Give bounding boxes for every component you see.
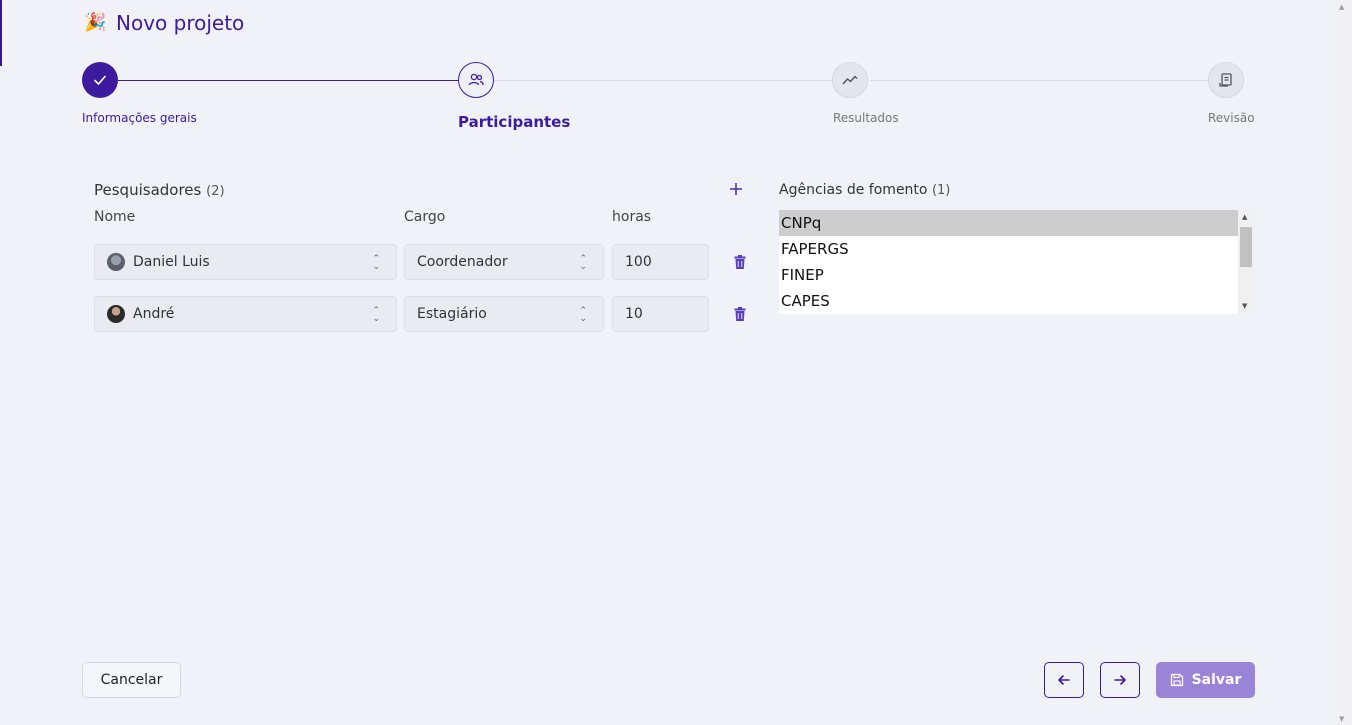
- step-label-results: Resultados: [833, 111, 899, 125]
- step-review[interactable]: [1208, 62, 1244, 98]
- page-title: Novo projeto: [116, 11, 245, 35]
- stepper-line: [870, 80, 1208, 81]
- window-edge: [0, 0, 2, 66]
- stepper-line: [494, 80, 832, 81]
- people-icon: [468, 73, 484, 86]
- researcher-role-select[interactable]: Coordenador ⌃ ⌄: [404, 244, 604, 280]
- step-label-participants: Participantes: [458, 113, 571, 131]
- chevron-up-down-icon: ⌃ ⌄: [579, 254, 587, 272]
- arrow-right-icon: [1114, 675, 1126, 685]
- step-participants[interactable]: [458, 62, 494, 98]
- agencies-listbox[interactable]: CNPq FAPERGS FINEP CAPES ▲ ▼: [779, 210, 1254, 314]
- floppy-disk-icon: [1170, 673, 1183, 687]
- next-step-button[interactable]: [1100, 662, 1140, 698]
- previous-step-button[interactable]: [1044, 662, 1084, 698]
- delete-researcher-button[interactable]: [734, 254, 748, 270]
- researcher-name: André: [133, 306, 175, 322]
- researcher-role-select[interactable]: Estagiário ⌃ ⌄: [404, 296, 604, 332]
- column-header-role: Cargo: [404, 209, 446, 225]
- column-header-name: Nome: [94, 209, 136, 225]
- page-scrollbar[interactable]: ▲ ▼: [1335, 0, 1352, 725]
- agency-option[interactable]: CAPES: [779, 288, 1238, 314]
- agency-option[interactable]: FAPERGS: [779, 236, 1238, 262]
- scroll-up-icon[interactable]: ▲: [1242, 213, 1247, 221]
- column-header-hours: horas: [612, 209, 652, 225]
- plus-icon: [730, 183, 742, 195]
- agencies-count: (1): [931, 183, 951, 198]
- trash-icon: [734, 307, 746, 321]
- scroll-down-icon[interactable]: ▼: [1242, 302, 1247, 310]
- step-results[interactable]: [832, 62, 868, 98]
- add-researcher-button[interactable]: [729, 179, 747, 199]
- stepper-line-done: [118, 80, 458, 81]
- chevron-up-down-icon: ⌃ ⌄: [579, 306, 587, 324]
- arrow-left-icon: [1058, 675, 1070, 685]
- save-button[interactable]: Salvar: [1156, 662, 1255, 698]
- avatar: [107, 305, 125, 323]
- researchers-title: Pesquisadores (2): [94, 181, 225, 199]
- step-label-general-info: Informações gerais: [82, 111, 197, 125]
- avatar: [107, 253, 125, 271]
- researcher-hours: 100: [625, 254, 652, 270]
- researcher-name-select[interactable]: Daniel Luis ⌃ ⌄: [94, 244, 397, 280]
- agency-option[interactable]: CNPq: [779, 210, 1238, 236]
- listbox-scrollbar[interactable]: ▲ ▼: [1238, 210, 1254, 314]
- researcher-hours-input[interactable]: 100: [612, 244, 709, 280]
- delete-researcher-button[interactable]: [734, 306, 748, 322]
- agencies-title-text: Agências de fomento: [779, 182, 928, 198]
- chevron-up-down-icon: ⌃ ⌄: [372, 254, 380, 272]
- save-button-label: Salvar: [1191, 672, 1242, 688]
- researchers-title-text: Pesquisadores: [94, 181, 202, 199]
- check-icon: [94, 75, 106, 85]
- document-icon: [1219, 73, 1232, 87]
- agencies-title: Agências de fomento (1): [779, 182, 950, 198]
- page-header: 🎉 Novo projeto: [84, 11, 244, 35]
- researcher-hours-input[interactable]: 10: [612, 296, 709, 332]
- step-label-review: Revisão: [1208, 111, 1255, 125]
- trash-icon: [734, 255, 746, 269]
- researcher-role: Coordenador: [417, 254, 508, 270]
- party-popper-icon: 🎉: [84, 12, 107, 33]
- researcher-role: Estagiário: [417, 306, 487, 322]
- step-general-info[interactable]: [82, 62, 118, 98]
- researchers-count: (2): [206, 184, 225, 199]
- researcher-name: Daniel Luis: [133, 254, 210, 270]
- scroll-up-icon[interactable]: ▲: [1339, 3, 1344, 11]
- scrollbar-thumb[interactable]: [1240, 227, 1252, 267]
- trend-icon: [842, 75, 858, 85]
- chevron-up-down-icon: ⌃ ⌄: [372, 306, 380, 324]
- researcher-name-select[interactable]: André ⌃ ⌄: [94, 296, 397, 332]
- scroll-down-icon[interactable]: ▼: [1339, 715, 1344, 723]
- cancel-button[interactable]: Cancelar: [82, 662, 181, 698]
- researcher-hours: 10: [625, 306, 643, 322]
- agency-option[interactable]: FINEP: [779, 262, 1238, 288]
